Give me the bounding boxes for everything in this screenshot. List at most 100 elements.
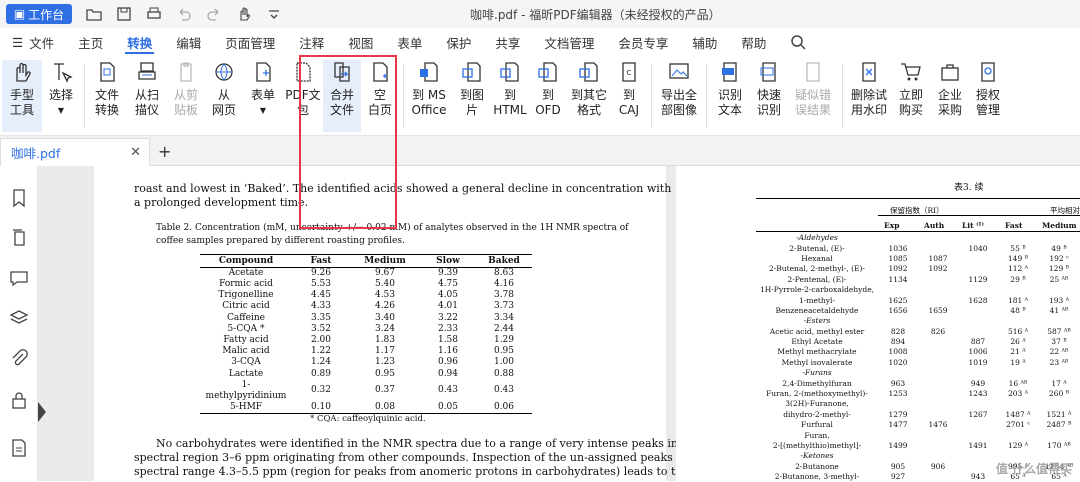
table-cell: Lactate	[200, 369, 292, 380]
file-convert-button[interactable]: 文件 转换	[88, 60, 126, 132]
from-scanner-label: 从扫 描仪	[135, 88, 159, 118]
table-cell: 1129	[958, 275, 998, 285]
layers-icon[interactable]	[9, 308, 29, 328]
table-cell: 0.96	[420, 357, 476, 368]
undo-icon[interactable]	[176, 6, 192, 22]
table-cell: 516 ᴬ	[998, 327, 1038, 337]
page-properties-icon[interactable]	[9, 438, 29, 458]
bookmark-icon[interactable]	[9, 188, 29, 208]
comment-icon[interactable]	[9, 268, 29, 288]
save-icon[interactable]	[116, 6, 132, 22]
table-row: Hexanal10851087149 ᴮ192 ᶜ	[756, 254, 1080, 264]
menu-page-manage[interactable]: 页面管理	[213, 28, 287, 56]
menu-assist[interactable]: 辅助	[680, 28, 729, 56]
table-cell	[1038, 233, 1080, 243]
menu-file[interactable]: ☰ 文件	[0, 28, 66, 56]
form-button[interactable]: 表单 ▼	[244, 60, 282, 132]
table-cell: 905	[878, 462, 918, 472]
close-icon[interactable]: ✕	[130, 145, 141, 160]
workbench-button[interactable]: ▣ 工作台	[6, 4, 72, 24]
table-cell	[918, 430, 958, 440]
hand-tool-button[interactable]: 手型 工具	[2, 60, 42, 132]
export-all-images-button[interactable]: 导出全 部图像	[656, 60, 702, 132]
thumbnails-icon[interactable]	[9, 228, 29, 248]
menu-protect[interactable]: 保护	[434, 28, 483, 56]
menu-share[interactable]: 共享	[483, 28, 532, 56]
table-cell: 0.43	[476, 380, 532, 402]
redo-icon[interactable]	[206, 6, 222, 22]
print-icon[interactable]	[146, 6, 162, 22]
table-cell: 23 ᴬᴮ	[1038, 358, 1080, 368]
table-cell: 4.26	[350, 301, 420, 312]
to-image-button[interactable]: 到图 片	[454, 60, 490, 132]
menu-home[interactable]: 主页	[66, 28, 115, 56]
to-caj-button[interactable]: C 到 CAJ	[612, 60, 646, 132]
hand-tool-label: 手型 工具	[10, 88, 34, 118]
menu-file-label: 文件	[29, 33, 54, 52]
enterprise-purchase-button[interactable]: 企业 采购	[932, 60, 968, 132]
table-cell: 4.53	[350, 290, 420, 301]
table-row: 1-methylpyridinium0.320.370.430.43	[200, 380, 532, 402]
suspect-results-button[interactable]: 疑似错 误结果	[790, 60, 836, 132]
remove-trial-watermark-button[interactable]: 删除试 用水印	[846, 60, 892, 132]
table-cell: 1253	[878, 389, 918, 399]
table-row: Ethyl Acetate89488726 ᴬ37 ᴮ	[756, 337, 1080, 347]
table-cell	[918, 285, 958, 295]
table-cell: Methyl isovalerate	[756, 358, 878, 368]
group-label: -Furans	[756, 368, 878, 378]
table-cell	[958, 306, 998, 316]
pdf-package-button[interactable]: PDF文 包	[284, 60, 322, 132]
blank-page-button[interactable]: 空 白页	[362, 60, 398, 132]
menu-member[interactable]: 会员专享	[606, 28, 680, 56]
to-html-button[interactable]: 到 HTML	[492, 60, 528, 132]
to-ofd-button[interactable]: 到 OFD	[530, 60, 566, 132]
menu-form[interactable]: 表单	[385, 28, 434, 56]
table-cell	[998, 399, 1038, 409]
license-manage-button[interactable]: 授权 管理	[970, 60, 1006, 132]
lock-icon[interactable]	[9, 390, 29, 410]
table-cell: 0.43	[420, 380, 476, 402]
to-ms-office-button[interactable]: 到 MS Office	[406, 60, 452, 132]
merge-files-button[interactable]: 合并 文件	[323, 60, 361, 132]
table-cell	[1038, 368, 1080, 378]
menu-help[interactable]: 帮助	[729, 28, 778, 56]
ocr-text-button[interactable]: 识别 文本	[710, 60, 750, 132]
from-web-button[interactable]: 从 网页	[206, 60, 242, 132]
buy-now-button[interactable]: 立即 购买	[894, 60, 928, 132]
table-row: Furan,	[756, 430, 1080, 440]
quick-ocr-button[interactable]: 快速 识别	[752, 60, 786, 132]
document-tab-bar: 咖啡.pdf ✕ +	[0, 136, 1080, 166]
search-icon[interactable]	[778, 28, 818, 56]
quick-access-dropdown-icon[interactable]	[266, 6, 282, 22]
from-clipboard-button[interactable]: 从剪 贴板	[168, 60, 204, 132]
menu-view[interactable]: 视图	[336, 28, 385, 56]
table-row: Citric acid4.334.264.013.73	[200, 301, 532, 312]
table-cell: 5.40	[350, 279, 420, 290]
suspect-results-label: 疑似错 误结果	[795, 88, 831, 118]
table-cell: 1-methyl-	[756, 295, 878, 305]
table-cell: 0.94	[420, 369, 476, 380]
tab-coffee-pdf[interactable]: 咖啡.pdf ✕	[0, 138, 150, 166]
attachment-icon[interactable]	[9, 348, 29, 368]
to-caj-label: 到 CAJ	[619, 88, 639, 118]
ocr-text-label: 识别 文本	[718, 88, 742, 118]
table-cell: 1092	[878, 264, 918, 274]
table-header: Baked	[476, 255, 532, 268]
open-folder-icon[interactable]	[86, 6, 102, 22]
to-other-format-button[interactable]: 到其它 格式	[567, 60, 611, 132]
table-cell: Citric acid	[200, 301, 292, 312]
to-image-label: 到图 片	[460, 88, 484, 118]
menu-convert[interactable]: 转换	[115, 28, 164, 56]
add-tab-button[interactable]: +	[158, 142, 171, 161]
table-cell: 19 ᴬ	[998, 358, 1038, 368]
to-html-label: 到 HTML	[493, 88, 526, 118]
menu-doc-manage[interactable]: 文档管理	[532, 28, 606, 56]
menu-comment[interactable]: 注释	[287, 28, 336, 56]
hamburger-icon: ☰	[12, 35, 23, 50]
menu-edit[interactable]: 编辑	[164, 28, 213, 56]
table-header: Fast	[292, 255, 350, 268]
from-scanner-button[interactable]: 从扫 描仪	[128, 60, 166, 132]
table-cell	[878, 316, 918, 326]
hand-dropdown-icon[interactable]	[236, 6, 252, 22]
select-button[interactable]: 选择 ▼	[44, 60, 78, 132]
